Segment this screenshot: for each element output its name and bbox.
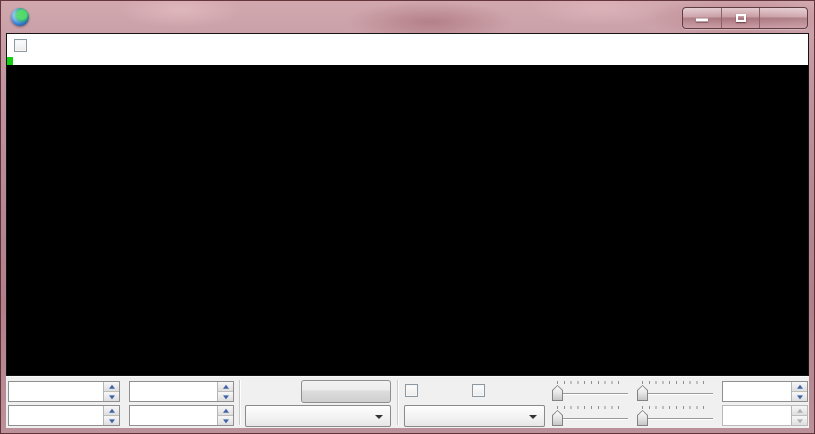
slider-handle[interactable] xyxy=(637,385,648,401)
waterfall-zero-slider[interactable] xyxy=(637,380,715,401)
window-buttons xyxy=(682,7,808,29)
slider-handle[interactable] xyxy=(637,410,648,426)
spin-down-icon xyxy=(797,419,803,423)
frequency-scale[interactable] xyxy=(7,34,808,65)
minimize-icon xyxy=(696,19,708,22)
spin-arrows[interactable] xyxy=(103,382,119,401)
graph-display xyxy=(6,33,809,376)
client-area xyxy=(6,33,809,428)
spectrum-plot[interactable] xyxy=(7,275,808,375)
spin-arrows[interactable] xyxy=(103,406,119,425)
n-avg-spinner[interactable] xyxy=(129,405,234,426)
waterfall-spectrogram[interactable] xyxy=(7,65,808,275)
slider-handle[interactable] xyxy=(552,385,563,401)
mode-select[interactable] xyxy=(404,405,545,427)
titlebar[interactable] xyxy=(0,0,815,33)
spin-up-icon xyxy=(109,408,115,412)
slider-ticks xyxy=(642,406,710,409)
maximize-button[interactable] xyxy=(721,8,759,28)
checkbox-box xyxy=(472,384,485,397)
adjust-button[interactable] xyxy=(301,380,391,403)
checkbox-box xyxy=(14,39,27,52)
slider-groove xyxy=(639,418,713,419)
spin-up-icon xyxy=(797,384,803,388)
jt65-jt9-split-spinner[interactable] xyxy=(8,405,120,426)
palette-select[interactable] xyxy=(245,405,391,427)
maximize-icon xyxy=(736,14,746,22)
slider-handle[interactable] xyxy=(552,410,563,426)
spin-down-icon xyxy=(797,395,803,399)
slider-ticks xyxy=(557,381,625,384)
spectrum-zero-slider[interactable] xyxy=(637,405,715,426)
wide-graph-window xyxy=(0,0,815,434)
spin-arrows[interactable] xyxy=(217,406,233,425)
control-bar xyxy=(6,376,809,428)
slider-groove xyxy=(639,393,713,394)
spin-arrows[interactable] xyxy=(791,382,807,401)
dropdown-arrow-icon xyxy=(375,415,383,419)
spec-percent-spinner[interactable] xyxy=(722,381,808,402)
slider-ticks xyxy=(557,406,625,409)
spin-down-icon xyxy=(109,395,115,399)
minimize-button[interactable] xyxy=(683,8,721,28)
palette-label xyxy=(249,381,299,384)
close-button[interactable] xyxy=(759,8,807,28)
checkbox-box xyxy=(405,384,418,397)
separator xyxy=(397,380,398,425)
wsjtx-app-icon[interactable] xyxy=(11,8,29,26)
spin-up-icon xyxy=(223,384,229,388)
spin-up-icon xyxy=(797,408,803,412)
spin-up-icon xyxy=(109,384,115,388)
slider-groove xyxy=(554,418,628,419)
controls-checkbox[interactable] xyxy=(14,39,32,52)
spin-up-icon xyxy=(223,408,229,412)
bins-per-pixel-spinner[interactable] xyxy=(8,381,120,402)
smooth-spinner xyxy=(722,405,808,426)
spin-down-icon xyxy=(223,419,229,423)
spin-arrows[interactable] xyxy=(217,382,233,401)
start-hz-spinner[interactable] xyxy=(129,381,234,402)
flatten-checkbox[interactable] xyxy=(405,384,423,397)
slider-groove xyxy=(554,393,628,394)
spin-arrows xyxy=(791,406,807,425)
waterfall-gain-slider[interactable] xyxy=(552,380,630,401)
spectrum-gain-slider[interactable] xyxy=(552,405,630,426)
ref-spec-checkbox[interactable] xyxy=(472,384,490,397)
dropdown-arrow-icon xyxy=(529,415,537,419)
spin-down-icon xyxy=(223,395,229,399)
separator xyxy=(239,380,240,425)
slider-ticks xyxy=(642,381,710,384)
rx-range-marker xyxy=(7,57,13,65)
spin-down-icon xyxy=(109,419,115,423)
